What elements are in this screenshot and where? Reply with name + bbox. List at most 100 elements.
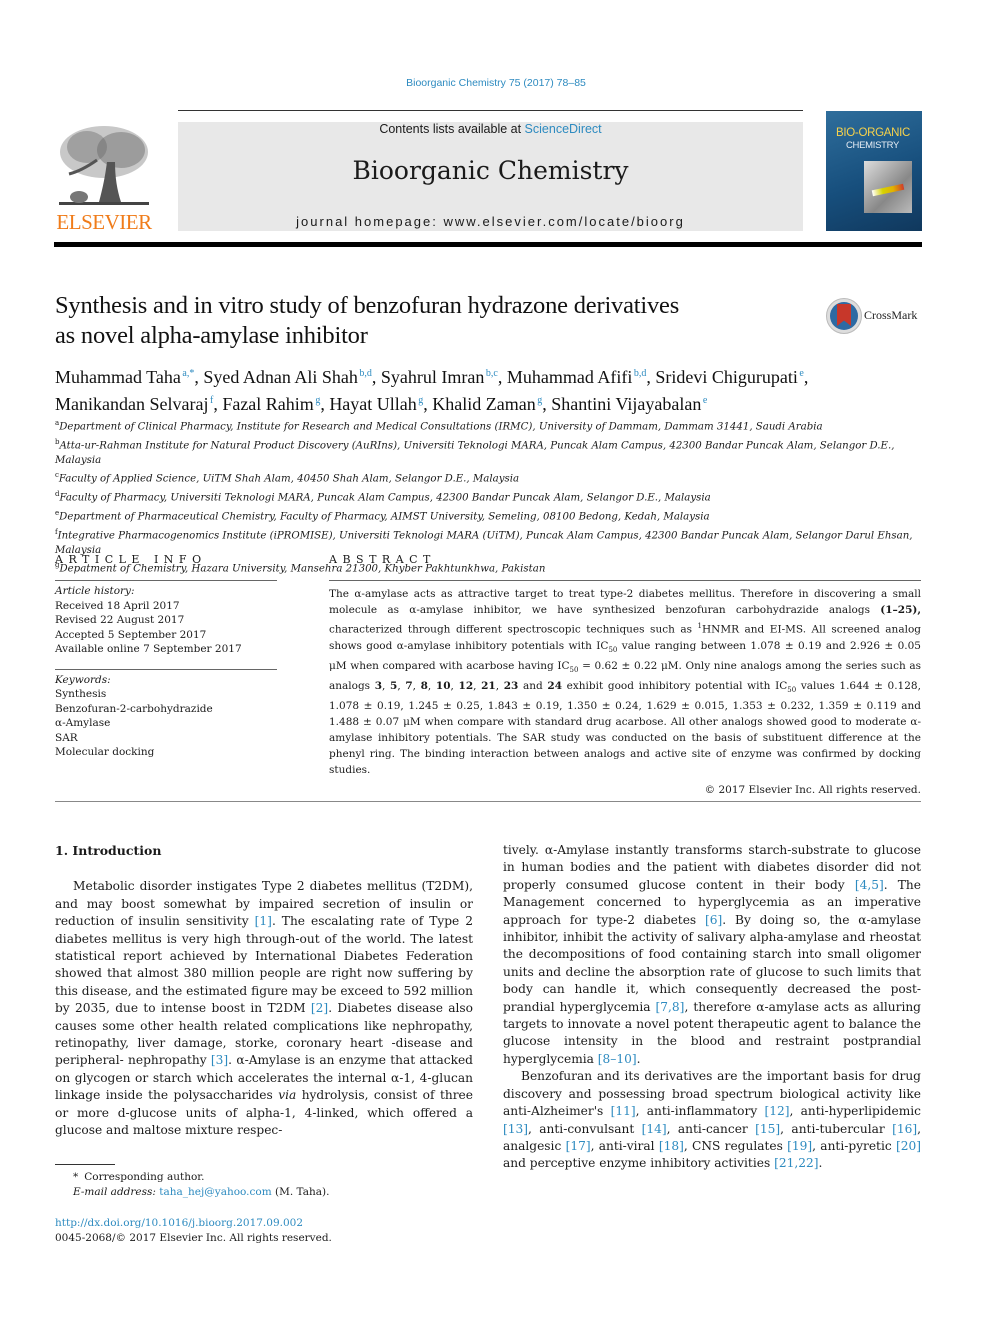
author[interactable]: Syahrul Imran xyxy=(381,367,484,387)
author-affil[interactable]: g xyxy=(315,395,320,406)
paragraph: Metabolic disorder instigates Type 2 dia… xyxy=(55,879,473,1138)
author-list: Muhammad Taha a,*, Syed Adnan Ali Shah b… xyxy=(55,367,809,414)
elsevier-logo[interactable]: ELSEVIER xyxy=(54,122,154,234)
header-rule xyxy=(178,110,803,111)
journal-banner: Contents lists available at ScienceDirec… xyxy=(178,122,803,231)
elsevier-wordmark: ELSEVIER xyxy=(56,210,152,234)
journal-cover[interactable]: BIO-ORGANIC CHEMISTRY xyxy=(826,111,922,231)
paragraph: tively. α-Amylase instantly transforms s… xyxy=(503,843,921,1066)
author-affil[interactable]: b,d xyxy=(634,368,647,379)
section-separator xyxy=(55,801,921,802)
history-revised: Revised 22 August 2017 xyxy=(55,614,185,626)
reference-link[interactable]: [17] xyxy=(566,1139,591,1153)
cover-image xyxy=(864,161,912,213)
author[interactable]: Khalid Zaman xyxy=(432,394,535,414)
journal-homepage[interactable]: journal homepage: www.elsevier.com/locat… xyxy=(178,214,803,229)
reference-link[interactable]: [18] xyxy=(659,1139,684,1153)
author-affil[interactable]: g xyxy=(537,395,542,406)
email-link[interactable]: taha_hej@yahoo.com xyxy=(159,1186,271,1198)
divider xyxy=(329,580,921,581)
article-title: Synthesis and in vitro study of benzofur… xyxy=(55,291,795,351)
history-online: Available online 7 September 2017 xyxy=(55,643,242,655)
title-line-2: as novel alpha-amylase inhibitor xyxy=(55,322,368,349)
reference-link[interactable]: [12] xyxy=(764,1104,789,1118)
journal-citation[interactable]: Bioorganic Chemistry 75 (2017) 78–85 xyxy=(0,77,992,89)
divider xyxy=(55,668,277,670)
history-accepted: Accepted 5 September 2017 xyxy=(55,628,207,641)
keyword[interactable]: Molecular docking xyxy=(55,745,277,760)
author[interactable]: Sridevi Chigurupati xyxy=(655,367,798,387)
corresponding-author-note: * Corresponding author. xyxy=(73,1171,205,1183)
reference-link[interactable]: [11] xyxy=(611,1104,636,1118)
elsevier-tree-icon xyxy=(59,126,149,205)
contents-line: Contents lists available at ScienceDirec… xyxy=(178,122,803,136)
molecule-graphic xyxy=(871,183,905,197)
footnote: * Corresponding author. E-mail address: t… xyxy=(55,1164,475,1200)
author-affil[interactable]: f xyxy=(210,395,213,406)
author-affil[interactable]: a,* xyxy=(182,368,194,379)
doi-link[interactable]: http://dx.doi.org/10.1016/j.bioorg.2017.… xyxy=(55,1217,303,1229)
reference-link[interactable]: [19] xyxy=(787,1139,812,1153)
keyword[interactable]: SAR xyxy=(55,731,277,746)
author[interactable]: Muhammad Afifi xyxy=(507,367,632,387)
reference-link[interactable]: [15] xyxy=(755,1122,780,1136)
cover-title-2: CHEMISTRY xyxy=(846,140,900,151)
issn-copyright: 0045-2068/© 2017 Elsevier Inc. All right… xyxy=(55,1231,332,1244)
citation-link[interactable]: Bioorganic Chemistry 75 (2017) 78–85 xyxy=(406,77,586,89)
reference-link[interactable]: [20] xyxy=(896,1139,921,1153)
affiliation-text: Atta-ur-Rahman Institute for Natural Pro… xyxy=(55,440,895,466)
author[interactable]: Muhammad Taha xyxy=(55,367,181,387)
author-affil[interactable]: e xyxy=(703,395,707,406)
history-received: Received 18 April 2017 xyxy=(55,599,180,612)
author-affil[interactable]: b,d xyxy=(359,368,372,379)
author[interactable]: Shantini Vijayabalan xyxy=(551,394,701,414)
footnote-rule xyxy=(55,1164,115,1165)
affiliation-text: Faculty of Applied Science, UiTM Shah Al… xyxy=(58,473,520,485)
reference-link[interactable]: [3] xyxy=(211,1053,228,1067)
reference-link[interactable]: [6] xyxy=(705,913,722,927)
affiliation-text: Department of Pharmaceutical Chemistry, … xyxy=(59,511,710,523)
reference-link[interactable]: [1] xyxy=(255,914,272,928)
doi-block: http://dx.doi.org/10.1016/j.bioorg.2017.… xyxy=(55,1216,475,1245)
abstract: ABSTRACT The α-amylase acts as attractiv… xyxy=(329,553,921,796)
keyword[interactable]: Benzofuran-2-carbohydrazide xyxy=(55,702,277,717)
reference-link[interactable]: [13] xyxy=(503,1122,528,1136)
section-heading-introduction: 1. Introduction xyxy=(55,843,162,858)
article-info-heading: ARTICLE INFO xyxy=(55,553,207,566)
reference-link[interactable]: [8–10] xyxy=(598,1052,637,1066)
author[interactable]: Hayat Ullah xyxy=(329,394,416,414)
reference-link[interactable]: [21,22] xyxy=(774,1156,818,1170)
reference-link[interactable]: [7,8] xyxy=(656,1000,685,1014)
author-affil[interactable]: g xyxy=(418,395,423,406)
abstract-text: The α-amylase acts as attractive target … xyxy=(329,588,921,776)
author-affil[interactable]: b,c xyxy=(486,368,498,379)
crossmark-label: CrossMark xyxy=(864,308,918,322)
keyword[interactable]: α-Amylase xyxy=(55,716,277,731)
author-affil[interactable]: e xyxy=(799,368,803,379)
reference-link[interactable]: [14] xyxy=(642,1122,667,1136)
author[interactable]: Fazal Rahim xyxy=(222,394,313,414)
affiliation-text: Faculty of Pharmacy, Universiti Teknolog… xyxy=(59,492,711,504)
header-thick-rule xyxy=(54,242,922,247)
author[interactable]: Manikandan Selvaraj xyxy=(55,394,208,414)
crossmark-icon xyxy=(826,298,862,334)
sciencedirect-link[interactable]: ScienceDirect xyxy=(525,122,602,136)
history-label: Article history: xyxy=(55,585,135,597)
affiliation: eDepartment of Pharmaceutical Chemistry,… xyxy=(55,506,935,525)
article-info: ARTICLE INFO Article history: Received 1… xyxy=(55,553,277,760)
affiliation: aDepartment of Clinical Pharmacy, Instit… xyxy=(55,416,935,435)
cover-title-1: BIO-ORGANIC xyxy=(836,127,911,139)
email-note: E-mail address: taha_hej@yahoo.com (M. T… xyxy=(73,1186,330,1198)
contents-prefix: Contents lists available at xyxy=(379,122,525,136)
keyword[interactable]: Synthesis xyxy=(55,687,277,702)
journal-title: Bioorganic Chemistry xyxy=(352,156,629,185)
affiliation: dFaculty of Pharmacy, Universiti Teknolo… xyxy=(55,487,935,506)
crossmark-button[interactable]: CrossMark xyxy=(826,298,926,334)
title-line-1: Synthesis and in vitro study of benzofur… xyxy=(55,292,680,319)
reference-link[interactable]: [4,5] xyxy=(855,878,884,892)
reference-link[interactable]: [16] xyxy=(892,1122,917,1136)
affiliation-text: Department of Clinical Pharmacy, Institu… xyxy=(59,421,823,433)
paragraph: Benzofuran and its derivatives are the i… xyxy=(503,1069,921,1171)
reference-link[interactable]: [2] xyxy=(311,1001,328,1015)
author[interactable]: Syed Adnan Ali Shah xyxy=(203,367,358,387)
